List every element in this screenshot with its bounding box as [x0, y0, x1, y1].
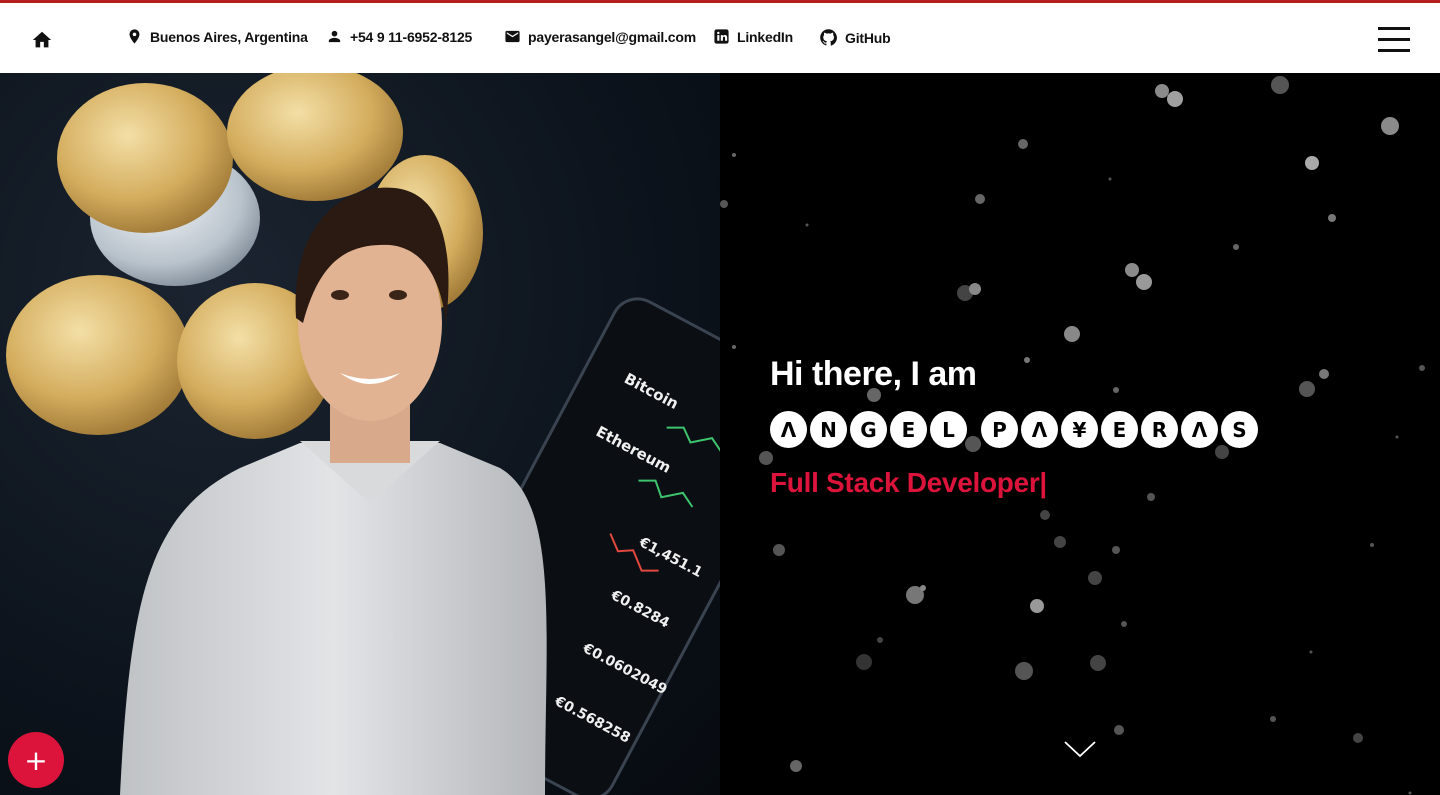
name-letter: E	[1101, 411, 1138, 448]
name-letter: ¥	[1061, 411, 1098, 448]
github-link[interactable]: GitHub	[819, 28, 891, 47]
linkedin-text: LinkedIn	[737, 28, 793, 45]
email-link[interactable]: payerasangel@gmail.com	[504, 28, 696, 45]
plus-icon: +	[24, 743, 48, 777]
home-icon	[32, 31, 52, 48]
chevron-down-icon	[1064, 741, 1096, 758]
name-letter: N	[810, 411, 847, 448]
menu-line	[1378, 27, 1410, 30]
name-letter: L	[930, 411, 967, 448]
github-icon	[820, 29, 837, 46]
name-letter: Λ	[1021, 411, 1058, 448]
linkedin-icon	[714, 29, 729, 44]
home-button[interactable]	[31, 29, 53, 51]
greeting-text: Hi there, I am	[770, 355, 977, 393]
hamburger-menu-button[interactable]	[1378, 27, 1410, 53]
location-pin-icon	[129, 29, 140, 44]
top-navbar: Buenos Aires, Argentina +54 9 11-6952-81…	[0, 0, 1440, 73]
name-letter: E	[890, 411, 927, 448]
phone-text: +54 9 11-6952-8125	[350, 28, 473, 45]
menu-line	[1378, 49, 1410, 52]
mail-icon	[505, 30, 520, 43]
name-letter: G	[850, 411, 887, 448]
menu-line	[1378, 38, 1410, 41]
profile-photo-illustration: Bitcoin Ethereum €1,451.1 €0.8284 €0.060…	[6, 73, 720, 795]
person-icon	[328, 30, 341, 43]
name-logotype: Λ N G E L P Λ ¥ E R Λ S	[770, 411, 1258, 448]
role-typewriter-text: Full Stack Developer|	[770, 467, 1047, 498]
linkedin-link[interactable]: LinkedIn	[713, 28, 793, 45]
profile-photo: Bitcoin Ethereum €1,451.1 €0.8284 €0.060…	[0, 73, 720, 795]
location-text: Buenos Aires, Argentina	[150, 28, 308, 45]
location-info: Buenos Aires, Argentina	[126, 28, 308, 45]
name-letter: Λ	[770, 411, 807, 448]
phone-info: +54 9 11-6952-8125	[326, 28, 472, 45]
name-letter: R	[1141, 411, 1178, 448]
name-letter: P	[981, 411, 1018, 448]
email-text: payerasangel@gmail.com	[528, 28, 696, 45]
add-fab-button[interactable]: +	[8, 732, 64, 788]
name-letter: S	[1221, 411, 1258, 448]
github-text: GitHub	[845, 29, 891, 46]
name-spacer	[970, 411, 978, 448]
scroll-down-button[interactable]	[1063, 738, 1097, 760]
name-letter: Λ	[1181, 411, 1218, 448]
